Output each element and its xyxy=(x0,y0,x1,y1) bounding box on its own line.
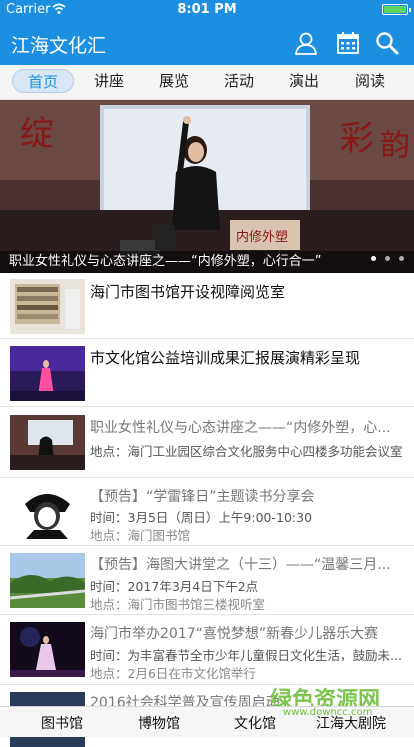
tab-activity[interactable]: 活动 xyxy=(209,69,269,93)
tab-home[interactable]: 首页 xyxy=(12,69,74,93)
pager-dot xyxy=(399,256,404,261)
item-thumbnail xyxy=(10,622,85,677)
place-label: 地点： xyxy=(90,444,128,459)
category-tabs: 首页 讲座 展览 活动 演出 阅读 xyxy=(0,65,414,100)
place-value: 海门工业园区综合文化服务中心四楼多功能会议室 xyxy=(127,444,403,459)
tab-performance[interactable]: 演出 xyxy=(274,69,334,93)
item-thumbnail xyxy=(10,346,85,401)
item-title: 【预告】“学雷锋日”主题读书分享会 xyxy=(90,489,315,505)
banner-caption: 职业女性礼仪与心态讲座之——“内修外塑，心行合一” xyxy=(0,251,414,273)
tab-exhibition[interactable]: 展览 xyxy=(144,69,204,93)
time-label: 时间： xyxy=(90,579,128,594)
item-thumbnail xyxy=(10,279,85,334)
bottom-tab-culture-center[interactable]: 文化馆 xyxy=(234,713,276,733)
list-item[interactable]: 【预告】“学雷锋日”主题读书分享会 时间：3月5日（周日）上午9:00-10:3… xyxy=(0,478,414,546)
place-value: 2月6日在市文化馆举行 xyxy=(127,666,256,681)
list-item[interactable]: 海门市举办2017“喜悦梦想”新春少儿器乐大赛 时间：为丰富春节全市少年儿童假日… xyxy=(0,615,414,685)
clock: 8:01 PM xyxy=(177,2,237,17)
place-label: 地点： xyxy=(90,666,128,681)
item-title: 职业女性礼仪与心态讲座之——“内修外塑，心... xyxy=(90,420,391,436)
item-title: 市文化馆公益培训成果汇报展演精彩呈现 xyxy=(90,349,361,367)
item-place: 地点：海门图书馆 xyxy=(90,525,406,544)
bottom-tab-library[interactable]: 图书馆 xyxy=(41,713,83,733)
banner-pager xyxy=(367,246,404,265)
status-bar: Carrier 8:01 PM xyxy=(0,0,414,20)
tab-lecture[interactable]: 讲座 xyxy=(79,69,139,93)
place-value: 海门图书馆 xyxy=(127,528,191,543)
list-item[interactable]: 市文化馆公益培训成果汇报展演精彩呈现 xyxy=(0,339,414,407)
place-label: 地点： xyxy=(90,528,128,543)
search-icon[interactable] xyxy=(374,30,400,56)
list-item[interactable]: 海门市图书馆开设视障阅览室 xyxy=(0,273,414,339)
place-value: 海门市图书馆三楼视听室 xyxy=(127,597,266,612)
time-value: 3月5日（周日）上午9:00-10:30 xyxy=(127,510,313,525)
bottom-tab-museum[interactable]: 博物馆 xyxy=(138,713,180,733)
pager-dot xyxy=(384,256,390,261)
item-place: 地点：海门市图书馆三楼视听室 xyxy=(90,594,406,613)
time-value: 2017年3月4日下午2点 xyxy=(127,579,259,594)
pager-dot xyxy=(370,256,376,261)
time-label: 时间： xyxy=(90,648,128,663)
banner-photo: 绽 彩 韵 内修外塑 xyxy=(0,100,414,273)
battery-icon xyxy=(382,4,411,15)
list-item[interactable]: 职业女性礼仪与心态讲座之——“内修外塑，心... 地点：海门工业园区综合文化服务… xyxy=(0,407,414,478)
svg-text:彩: 彩 xyxy=(340,119,374,159)
item-thumbnail xyxy=(10,415,85,470)
item-thumbnail xyxy=(10,484,85,539)
item-title: 海门市举办2017“喜悦梦想”新春少儿器乐大赛 xyxy=(90,626,379,642)
calendar-icon[interactable] xyxy=(335,30,361,56)
svg-text:绽: 绽 xyxy=(20,114,54,154)
time-label: 时间： xyxy=(90,510,128,525)
item-title: 海门市图书馆开设视障阅览室 xyxy=(90,283,286,301)
list-item[interactable]: 【预告】海图大讲堂之（十三）——“温馨三月... 时间：2017年3月4日下午2… xyxy=(0,546,414,615)
featured-banner[interactable]: 绽 彩 韵 内修外塑 职业女性礼仪与心态讲座之——“内修外塑，心行合一” xyxy=(0,100,414,273)
item-thumbnail xyxy=(10,553,85,608)
app-header: 江海文化汇 xyxy=(0,20,414,65)
item-place: 地点：海门工业园区综合文化服务中心四楼多功能会议室 xyxy=(90,441,406,460)
item-time: 时间：为丰富春节全市少年儿童假日文化生活，鼓励未... xyxy=(90,645,406,664)
place-label: 地点： xyxy=(90,597,128,612)
svg-text:韵: 韵 xyxy=(380,128,410,163)
user-icon[interactable] xyxy=(294,30,320,56)
item-time: 时间：2017年3月4日下午2点 xyxy=(90,576,406,595)
item-time: 时间：3月5日（周日）上午9:00-10:30 xyxy=(90,507,406,526)
app-title: 江海文化汇 xyxy=(11,35,107,57)
item-place: 地点：2月6日在市文化馆举行 xyxy=(90,663,406,682)
time-value: 为丰富春节全市少年儿童假日文化生活，鼓励未... xyxy=(127,648,402,663)
svg-text:内修外塑: 内修外塑 xyxy=(236,229,288,245)
tab-reading[interactable]: 阅读 xyxy=(340,69,400,93)
watermark-url: www.downcc.com xyxy=(283,707,373,718)
item-title: 【预告】海图大讲堂之（十三）——“温馨三月... xyxy=(90,557,391,573)
